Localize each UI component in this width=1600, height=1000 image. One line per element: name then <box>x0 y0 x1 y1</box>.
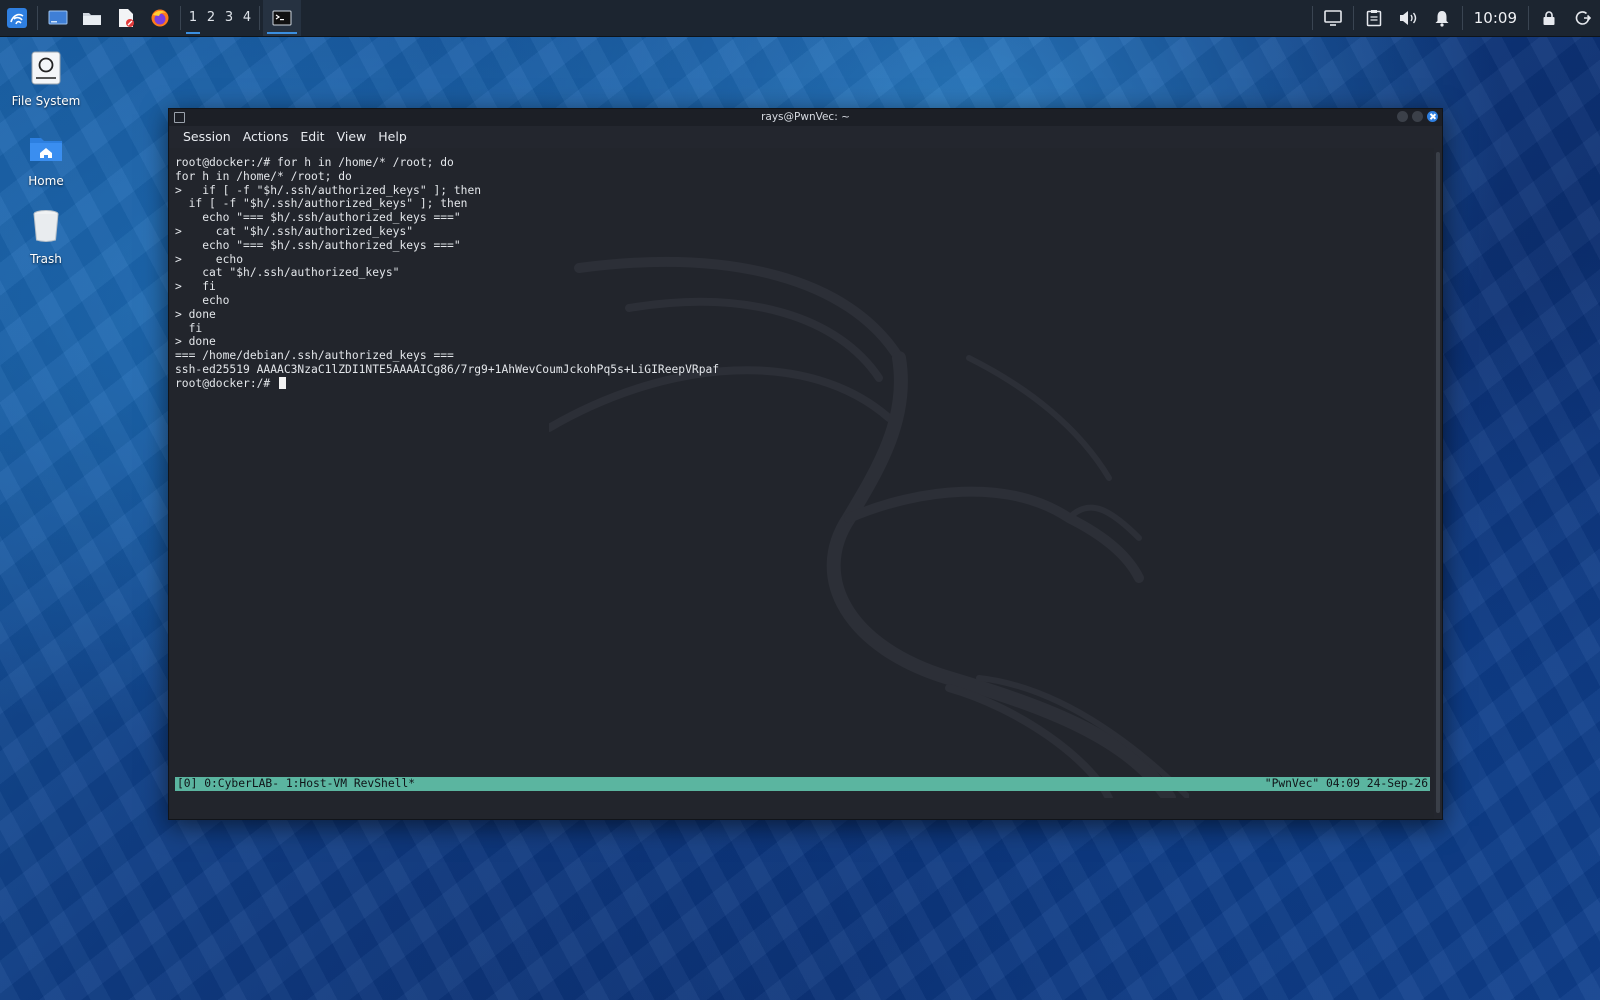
terminal-line: for h in /home/* /root; do <box>175 169 352 183</box>
power-icon <box>1575 11 1591 25</box>
speaker-icon <box>1399 11 1416 25</box>
menu-help[interactable]: Help <box>372 126 413 148</box>
terminal-line: > echo <box>175 252 244 266</box>
close-button[interactable] <box>1427 111 1438 122</box>
terminal-area[interactable]: root@docker:/# for h in /home/* /root; d… <box>169 148 1434 819</box>
terminal-line: echo <box>175 293 230 307</box>
panel-separator <box>1528 6 1529 30</box>
clipboard-icon <box>1366 10 1382 27</box>
text-cursor <box>279 376 287 389</box>
terminal-line: > cat "$h/.ssh/authorized_keys" <box>175 224 414 238</box>
clipboard-button[interactable] <box>1357 0 1391 36</box>
terminal-line: > fi <box>175 280 216 294</box>
display-button[interactable] <box>1316 0 1350 36</box>
terminal-output: root@docker:/# for h in /home/* /root; d… <box>175 156 719 391</box>
firefox-button[interactable] <box>143 0 177 36</box>
lock-screen-button[interactable] <box>1532 0 1566 36</box>
maximize-button[interactable] <box>1412 111 1423 122</box>
workspace-3[interactable]: 3 <box>220 0 238 36</box>
workspace-1[interactable]: 1 <box>184 0 202 36</box>
panel-separator <box>180 6 181 30</box>
screen-icon <box>1323 10 1342 26</box>
clock[interactable]: 10:09 <box>1466 0 1525 36</box>
app-menu-button[interactable] <box>0 0 34 36</box>
window-title: rays@PwnVec: ~ <box>761 111 850 123</box>
window-titlebar[interactable]: rays@PwnVec: ~ <box>169 109 1442 126</box>
desktop-icon-trash[interactable]: Trash <box>6 204 86 266</box>
terminal-line: > if [ -f "$h/.ssh/authorized_keys" ]; t… <box>175 183 482 197</box>
file-manager-button[interactable] <box>75 0 109 36</box>
menu-actions[interactable]: Actions <box>237 126 295 148</box>
volume-button[interactable] <box>1391 0 1425 36</box>
lock-icon <box>1543 11 1555 25</box>
tmux-status-bar: [0] 0:CyberLAB- 1:Host-VM RevShell* "Pwn… <box>175 777 1430 791</box>
panel-separator <box>259 6 260 30</box>
menu-bar: Session Actions Edit View Help <box>169 126 1442 148</box>
folder-icon <box>83 13 101 25</box>
panel-separator <box>1311 6 1313 30</box>
drive-icon <box>31 51 61 85</box>
desktop-icon-home[interactable]: Home <box>6 126 86 188</box>
trash-icon <box>33 210 59 242</box>
menu-view[interactable]: View <box>331 126 373 148</box>
terminal-line: root@docker:/# for h in /home/* /root; d… <box>175 156 454 169</box>
window-menu-icon[interactable] <box>174 112 185 123</box>
firefox-icon <box>151 9 169 27</box>
terminal-line: > done <box>175 307 216 321</box>
desktop-icon <box>48 10 68 25</box>
shell-prompt: root@docker:/# <box>175 376 278 390</box>
desktop-icon-label: Home <box>28 174 64 188</box>
text-editor-icon <box>119 9 134 27</box>
tmux-window-list[interactable]: [0] 0:CyberLAB- 1:Host-VM RevShell* <box>177 777 415 791</box>
menu-edit[interactable]: Edit <box>294 126 330 148</box>
home-folder-icon <box>30 138 62 161</box>
desktop-icon-label: File System <box>11 94 81 108</box>
terminal-line: === /home/debian/.ssh/authorized_keys ==… <box>175 349 454 363</box>
bell-icon <box>1435 11 1449 27</box>
terminal-line: ssh-ed25519 AAAAC3NzaC1lZDI1NTE5AAAAICg8… <box>175 362 720 376</box>
terminal-window[interactable]: rays@PwnVec: ~ Session Actions Edit View… <box>168 108 1443 820</box>
show-desktop-button[interactable] <box>41 0 75 36</box>
minimize-button[interactable] <box>1397 111 1408 122</box>
desktop-icon-file-system[interactable]: File System <box>6 46 86 108</box>
terminal-line: > done <box>175 335 216 349</box>
tmux-status-right: "PwnVec" 04:09 24-Sep-26 <box>1264 777 1428 790</box>
kali-dragon-logo-icon <box>7 8 27 28</box>
terminal-line: if [ -f "$h/.ssh/authorized_keys" ]; the… <box>175 197 468 211</box>
terminal-icon <box>272 10 292 26</box>
terminal-line: fi <box>175 321 203 335</box>
text-editor-button[interactable] <box>109 0 143 36</box>
top-panel: 1 2 3 4 10:09 <box>0 0 1600 37</box>
terminal-line: echo "=== $h/.ssh/authorized_keys ===" <box>175 211 461 225</box>
workspace-2[interactable]: 2 <box>202 0 220 36</box>
menu-session[interactable]: Session <box>177 126 237 148</box>
terminal-line: cat "$h/.ssh/authorized_keys" <box>175 266 400 280</box>
panel-separator <box>37 6 38 30</box>
desktop-icon-label: Trash <box>30 252 62 266</box>
taskbar-terminal-window[interactable] <box>263 0 301 36</box>
scrollbar-thumb[interactable] <box>1436 152 1440 813</box>
panel-separator <box>1352 6 1354 30</box>
terminal-scrollbar[interactable] <box>1434 148 1442 819</box>
terminal-line: echo "=== $h/.ssh/authorized_keys ===" <box>175 238 461 252</box>
panel-separator <box>1461 6 1463 30</box>
workspace-4[interactable]: 4 <box>238 0 256 36</box>
notifications-button[interactable] <box>1425 0 1459 36</box>
prompt-line[interactable]: root@docker:/# <box>175 376 719 391</box>
logout-button[interactable] <box>1566 0 1600 36</box>
